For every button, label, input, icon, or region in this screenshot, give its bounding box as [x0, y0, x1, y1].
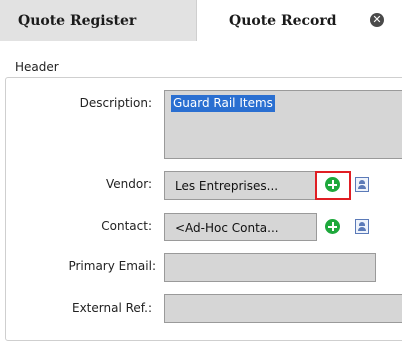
vendor-combo[interactable]: Les Entreprises...	[164, 171, 317, 200]
description-label: Description:	[79, 96, 152, 110]
contact-combo[interactable]: <Ad-Hoc Conta...	[164, 213, 317, 241]
external-ref-label: External Ref.:	[72, 301, 152, 315]
add-contact-icon[interactable]	[325, 219, 340, 234]
contact-label: Contact:	[101, 219, 152, 233]
tab-quote-record-label: Quote Record	[229, 12, 337, 29]
primary-email-field[interactable]	[164, 253, 376, 282]
tab-quote-register-label: Quote Register	[18, 12, 137, 29]
vendor-contact-card-icon[interactable]	[355, 177, 369, 192]
external-ref-field[interactable]	[164, 294, 402, 323]
contact-contact-card-icon[interactable]	[355, 219, 369, 234]
tab-quote-record[interactable]: Quote Record ✕	[196, 0, 402, 41]
contact-value: <Ad-Hoc Conta...	[175, 221, 279, 235]
close-tab-icon[interactable]: ✕	[370, 13, 384, 27]
tab-quote-register[interactable]: Quote Register	[0, 0, 196, 41]
tab-strip: Quote Register Quote Record ✕	[0, 0, 402, 41]
primary-email-label: Primary Email:	[68, 259, 156, 273]
header-group-legend: Header	[12, 59, 62, 75]
highlight-box	[315, 171, 351, 200]
vendor-label: Vendor:	[106, 177, 152, 191]
description-selected-text: Guard Rail Items	[171, 95, 275, 112]
description-field[interactable]: Guard Rail Items	[164, 90, 402, 159]
vendor-value: Les Entreprises...	[175, 179, 279, 193]
